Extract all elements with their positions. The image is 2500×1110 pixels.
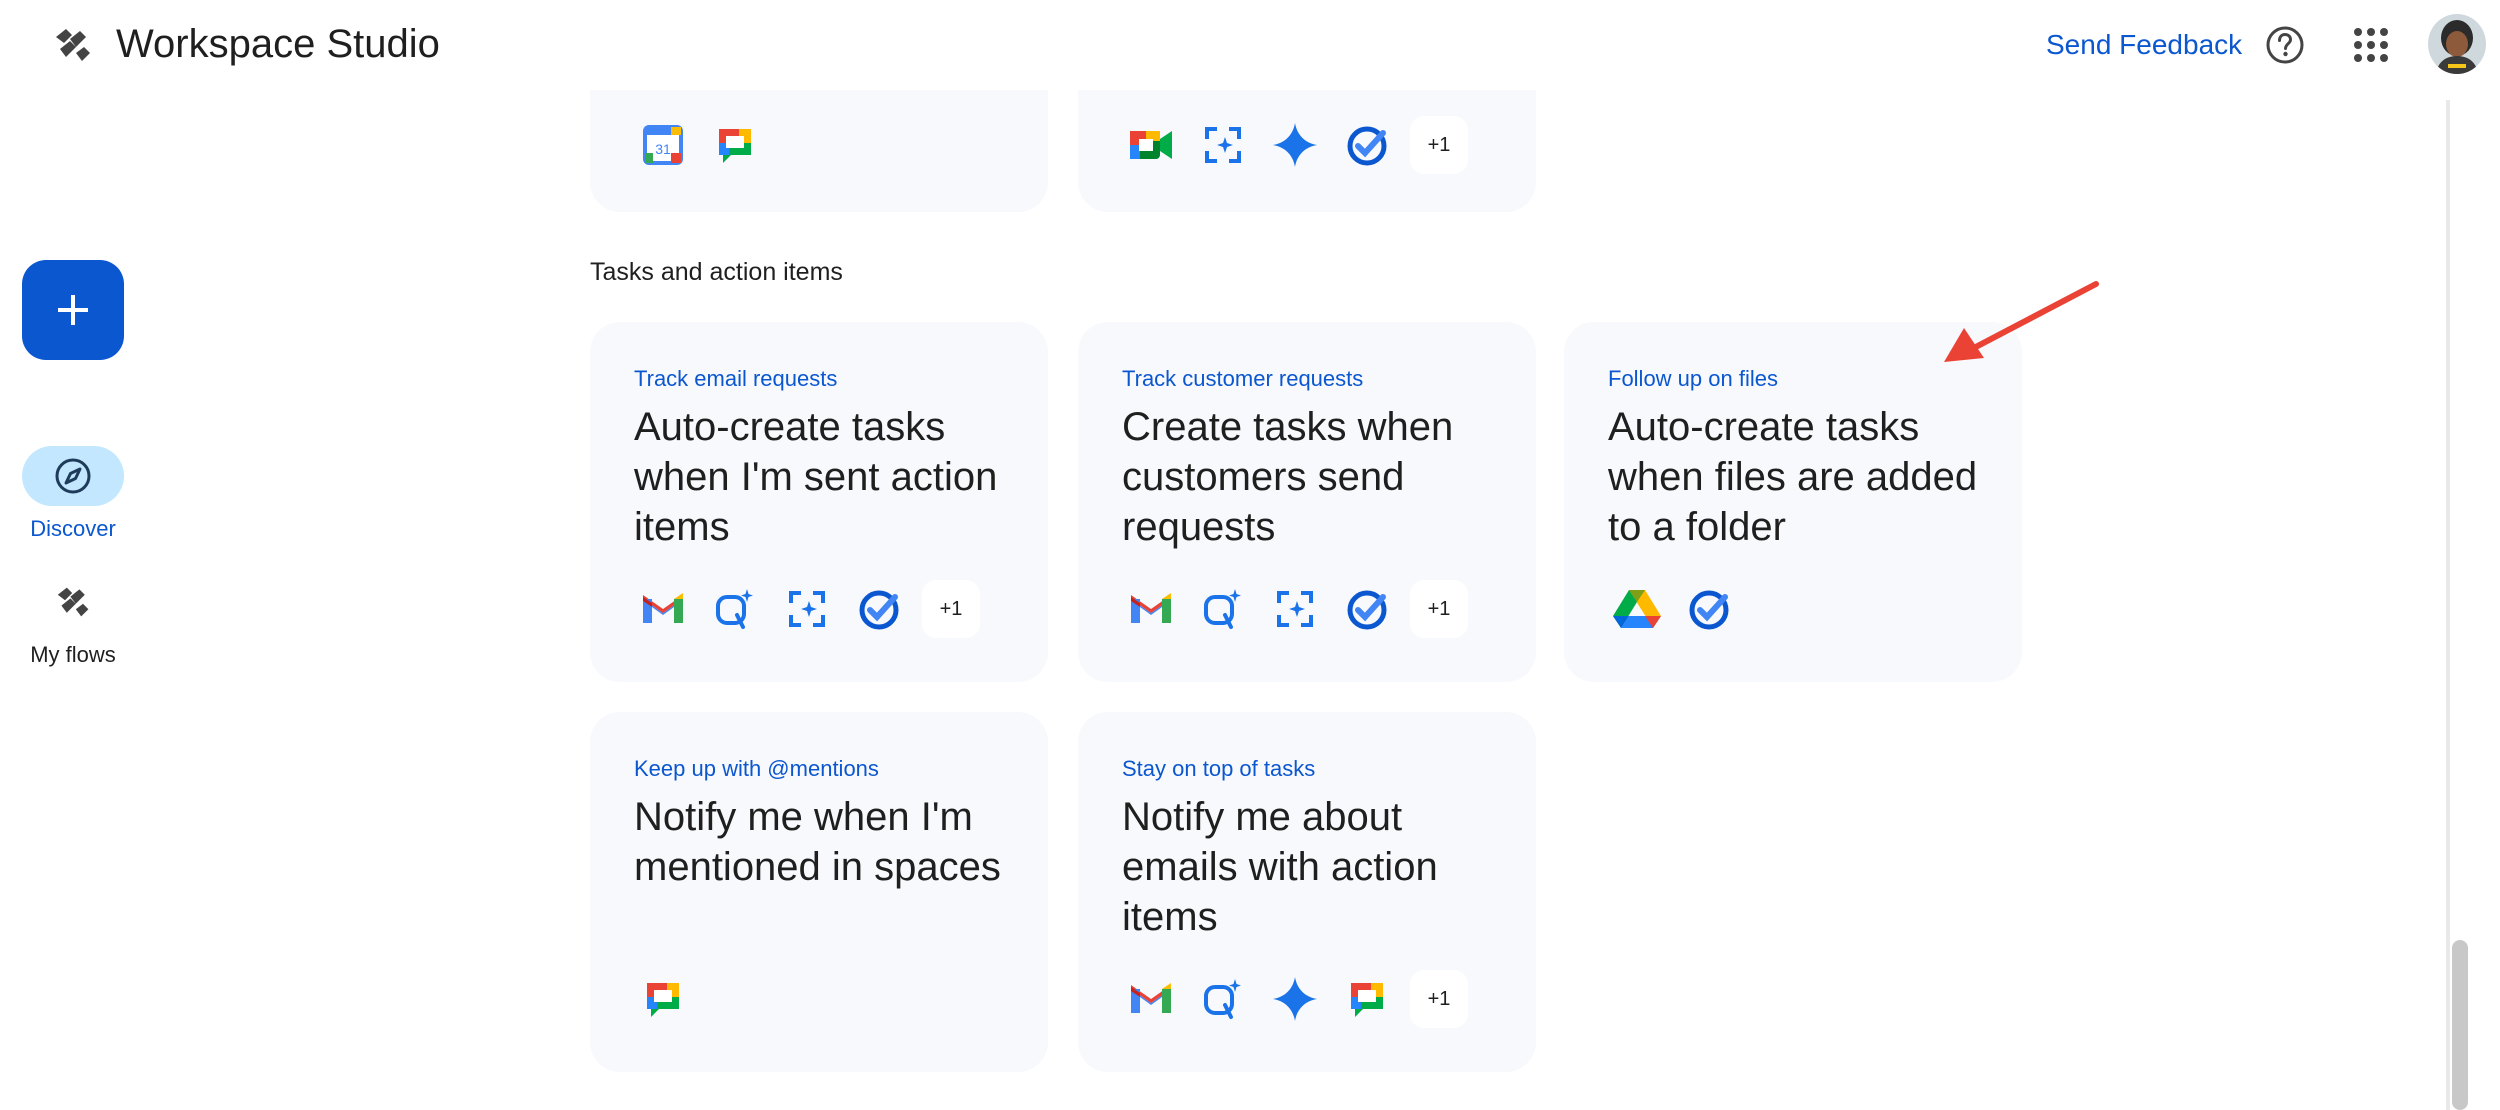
card-heading: Create tasks when customers send request… <box>1122 405 1454 549</box>
chat-icon <box>1338 970 1396 1028</box>
card-kicker: Track customer requests <box>1122 366 1364 391</box>
flow-card[interactable]: Track customer requests Create tasks whe… <box>1078 322 1536 682</box>
plus-icon <box>58 295 88 325</box>
app-header: Workspace Studio Send Feedback <box>0 0 2500 90</box>
help-icon[interactable] <box>2264 24 2306 66</box>
create-flow-button[interactable] <box>22 260 124 360</box>
more-apps-count: +1 <box>922 580 980 638</box>
flow-card[interactable]: Follow up on files Auto-create tasks whe… <box>1564 322 2022 682</box>
card-heading: Auto-create tasks when I'm sent action i… <box>634 405 998 549</box>
tasks-icon <box>1680 580 1738 638</box>
search-ai-icon <box>1194 970 1252 1028</box>
gmail-icon <box>634 580 692 638</box>
app-icon-row <box>1608 580 1738 638</box>
search-ai-icon <box>1194 580 1252 638</box>
app-icon-row: +1 <box>1122 116 1468 174</box>
more-apps-count: +1 <box>1410 116 1468 174</box>
send-feedback-link[interactable]: Send Feedback <box>2046 25 2242 65</box>
screen-ai-icon <box>1266 580 1324 638</box>
search-ai-icon <box>706 580 764 638</box>
account-avatar[interactable] <box>2428 14 2486 74</box>
tasks-icon <box>1338 116 1396 174</box>
more-apps-count: +1 <box>1410 580 1468 638</box>
drive-icon <box>1608 580 1666 638</box>
flow-card[interactable]: Stay on top of tasks Notify me about ema… <box>1078 712 1536 1072</box>
more-apps-count: +1 <box>1410 970 1468 1028</box>
meet-icon <box>1122 116 1180 174</box>
tasks-icon <box>850 580 908 638</box>
card-heading: Auto-create tasks when files are added t… <box>1608 405 1978 549</box>
card-heading: Notify me when I'm mentioned in spaces <box>634 795 1001 889</box>
app-icon-row: +1 <box>1122 580 1468 638</box>
tasks-icon <box>1338 580 1396 638</box>
apps-grid-icon[interactable] <box>2352 26 2390 64</box>
app-icon-row: 31 <box>634 116 764 174</box>
annotation-arrow-icon <box>1944 281 2099 362</box>
card-kicker: Follow up on files <box>1608 366 1778 391</box>
card-heading: Notify me about emails with action items <box>1122 795 1438 939</box>
nav-my-flows-label[interactable]: My flows <box>0 642 146 668</box>
gemini-icon <box>1266 116 1324 174</box>
chat-icon <box>706 116 764 174</box>
screen-ai-icon <box>1194 116 1252 174</box>
app-icon-row: +1 <box>634 580 980 638</box>
card-kicker: Keep up with @mentions <box>634 756 879 781</box>
app-title[interactable]: Workspace Studio <box>116 18 440 70</box>
nav-discover-button[interactable] <box>22 446 124 506</box>
nav-discover-label[interactable]: Discover <box>0 516 146 542</box>
section-title: Tasks and action items <box>590 258 843 286</box>
calendar-icon: 31 <box>634 116 692 174</box>
my-flows-icon[interactable] <box>54 584 94 620</box>
svg-text:31: 31 <box>655 141 671 157</box>
gmail-icon <box>1122 970 1180 1028</box>
gemini-icon <box>1266 970 1324 1028</box>
app-icon-row: +1 <box>1122 970 1468 1028</box>
flows-logo-icon[interactable] <box>52 25 96 65</box>
compass-icon <box>55 458 91 494</box>
scrollbar-track[interactable] <box>2446 100 2450 1110</box>
app-icon-row <box>634 970 692 1028</box>
flow-card[interactable]: Track email requests Auto-create tasks w… <box>590 322 1048 682</box>
scrollbar-thumb[interactable] <box>2452 940 2468 1110</box>
card-kicker: Stay on top of tasks <box>1122 756 1316 781</box>
gmail-icon <box>1122 580 1180 638</box>
chat-icon <box>634 970 692 1028</box>
flow-card[interactable]: Keep up with @mentions Notify me when I'… <box>590 712 1048 1072</box>
card-kicker: Track email requests <box>634 366 838 391</box>
screen-ai-icon <box>778 580 836 638</box>
